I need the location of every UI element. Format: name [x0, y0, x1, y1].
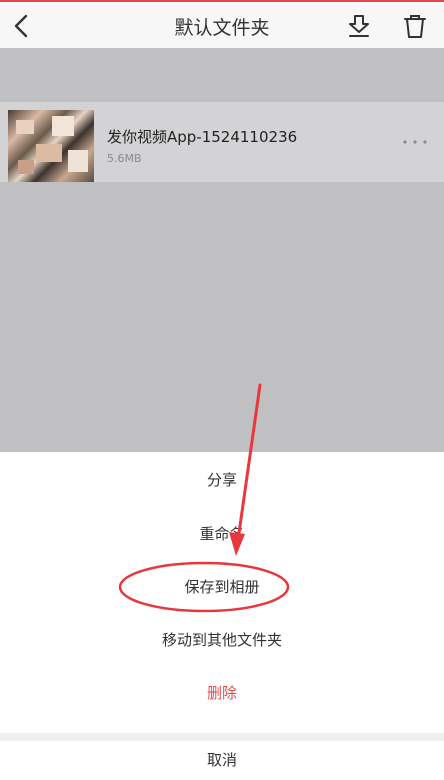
file-size: 5.6MB: [107, 152, 142, 165]
share-option[interactable]: 分享: [0, 460, 444, 500]
move-to-folder-option[interactable]: 移动到其他文件夹: [0, 620, 444, 660]
more-icon: [403, 140, 427, 144]
file-list: 发你视频App-1524110236 5.6MB: [0, 48, 444, 452]
more-button[interactable]: [398, 132, 432, 152]
download-icon: [349, 15, 369, 37]
list-item[interactable]: 发你视频App-1524110236 5.6MB: [0, 102, 444, 182]
save-to-album-option[interactable]: 保存到相册: [0, 567, 444, 607]
page-title: 默认文件夹: [174, 17, 270, 39]
video-thumbnail: [8, 110, 94, 182]
delete-button[interactable]: [399, 10, 431, 42]
action-sheet: 分享 重命名 保存到相册 移动到其他文件夹 删除 取消: [0, 452, 444, 769]
navigation-bar: 默认文件夹: [0, 0, 444, 48]
rename-option[interactable]: 重命名: [0, 514, 444, 554]
cancel-option[interactable]: 取消: [0, 740, 444, 780]
trash-icon: [404, 15, 426, 38]
delete-option[interactable]: 删除: [0, 673, 444, 713]
download-button[interactable]: [343, 10, 375, 42]
file-name: 发你视频App-1524110236: [107, 128, 298, 146]
